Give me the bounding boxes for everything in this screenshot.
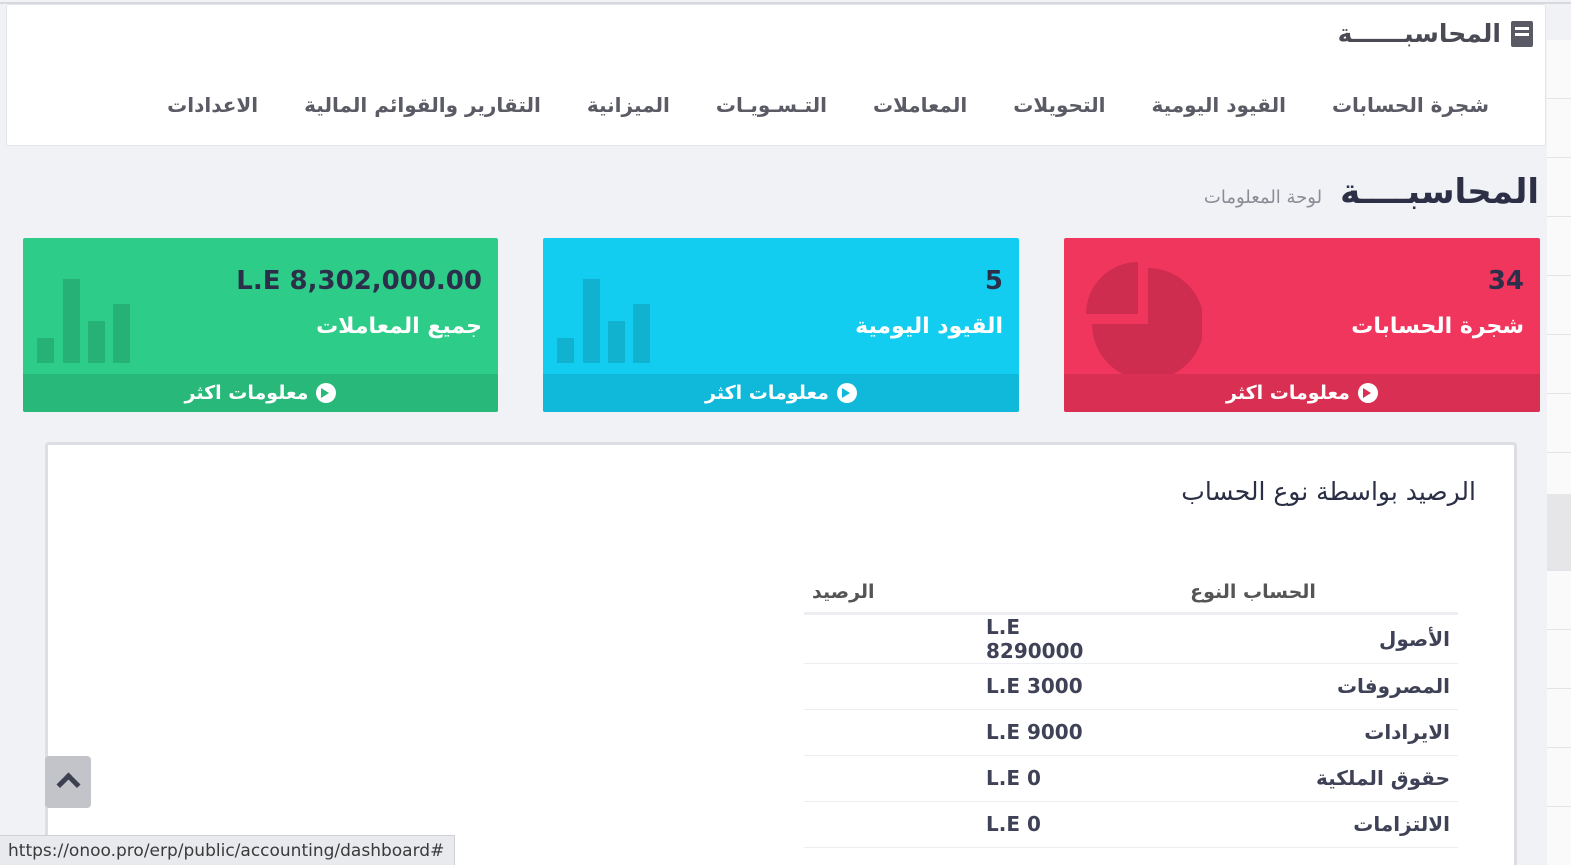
row-amount: L.E 9000 [804,709,1118,756]
header-panel: المحاسبــــــة شجرة الحسابات القيود اليو… [6,4,1546,146]
row-type: المصروفات [1118,663,1458,710]
book-icon [1511,20,1533,47]
back-to-top-button[interactable] [45,756,91,808]
journal-value: 5 [984,266,1003,296]
status-bar-url: https://onoo.pro/erp/public/accounting/d… [0,835,456,865]
journal-card: 5 القيود اليومية معلومات اكثر [543,238,1019,412]
page-title-main: المحاسبــــة [1340,172,1539,212]
table-row: حقوق الملكية L.E 0 [804,755,1458,802]
row-type: الأصول [1118,613,1458,664]
nav-reports[interactable]: التقارير والقوائم المالية [304,93,541,117]
page-title: المحاسبــــة لوحة المعلومات [1204,172,1539,212]
scrollbar-thumb[interactable] [1547,494,1571,570]
table-row: الايرادات L.E 9000 [804,709,1458,756]
column-header-type: الحساب النوع [1118,573,1458,615]
row-amount: L.E 0 [804,801,1118,848]
arrow-circle-right-icon [836,383,857,403]
journal-more-link[interactable]: معلومات اكثر [543,374,1019,412]
main-nav: شجرة الحسابات القيود اليومية التحويلات ا… [167,93,1489,117]
accounts-label: شجرة الحسابات [1351,314,1524,339]
arrow-circle-right-icon [1357,383,1378,403]
journal-label: القيود اليومية [855,314,1003,339]
page-subtitle: لوحة المعلومات [1203,187,1323,208]
row-type: الالتزامات [1118,801,1458,848]
module-title-text: المحاسبــــــة [1337,19,1501,48]
nav-transfers[interactable]: التحويلات [1013,93,1105,117]
bar-chart-icon [557,279,650,363]
bar-chart-icon [37,279,130,363]
transactions-card: L.E 8,302,000.00 جميع المعاملات معلومات … [23,238,498,412]
module-title: المحاسبــــــة [1338,19,1533,48]
nav-chart-of-accounts[interactable]: شجرة الحسابات [1332,93,1489,117]
nav-journal-entries[interactable]: القيود اليومية [1152,93,1286,117]
accounts-more-link[interactable]: معلومات اكثر [1064,374,1540,412]
accounts-card: 34 شجرة الحسابات معلومات اكثر [1064,238,1540,412]
right-side-strip [1547,40,1571,865]
row-amount: L.E 8290000 [804,613,1118,664]
column-header-balance: الرصيد [804,573,1118,615]
table-row: الالتزامات L.E 0 [804,801,1458,848]
more-info-label: معلومات اكثر [184,382,309,404]
nav-settlements[interactable]: التـسـويـات [716,93,827,117]
transactions-more-link[interactable]: معلومات اكثر [23,374,498,412]
transactions-label: جميع المعاملات [316,314,482,339]
balance-panel: الرصيد بواسطة نوع الحساب الحساب النوع ال… [45,442,1517,865]
accounts-value: 34 [1487,266,1524,296]
arrow-circle-right-icon [316,383,337,403]
balance-table: الحساب النوع الرصيد الأصول L.E 8290000 ا… [804,573,1458,848]
row-amount: L.E 3000 [804,663,1118,710]
transactions-value: L.E 8,302,000.00 [236,266,482,296]
nav-transactions[interactable]: المعاملات [873,93,967,117]
more-info-label: معلومات اكثر [1226,382,1350,404]
row-type: الايرادات [1118,709,1458,756]
balance-title: الرصيد بواسطة نوع الحساب [1181,477,1476,506]
row-amount: L.E 0 [804,755,1118,802]
table-row: المصروفات L.E 3000 [804,663,1458,710]
table-row: الأصول L.E 8290000 [804,613,1458,664]
pie-chart-icon [1086,262,1202,380]
row-type: حقوق الملكية [1118,755,1458,802]
table-header-row: الحساب النوع الرصيد [804,573,1458,615]
nav-settings[interactable]: الاعدادات [167,93,258,117]
nav-budget[interactable]: الميزانية [587,93,670,117]
more-info-label: معلومات اكثر [705,382,829,404]
